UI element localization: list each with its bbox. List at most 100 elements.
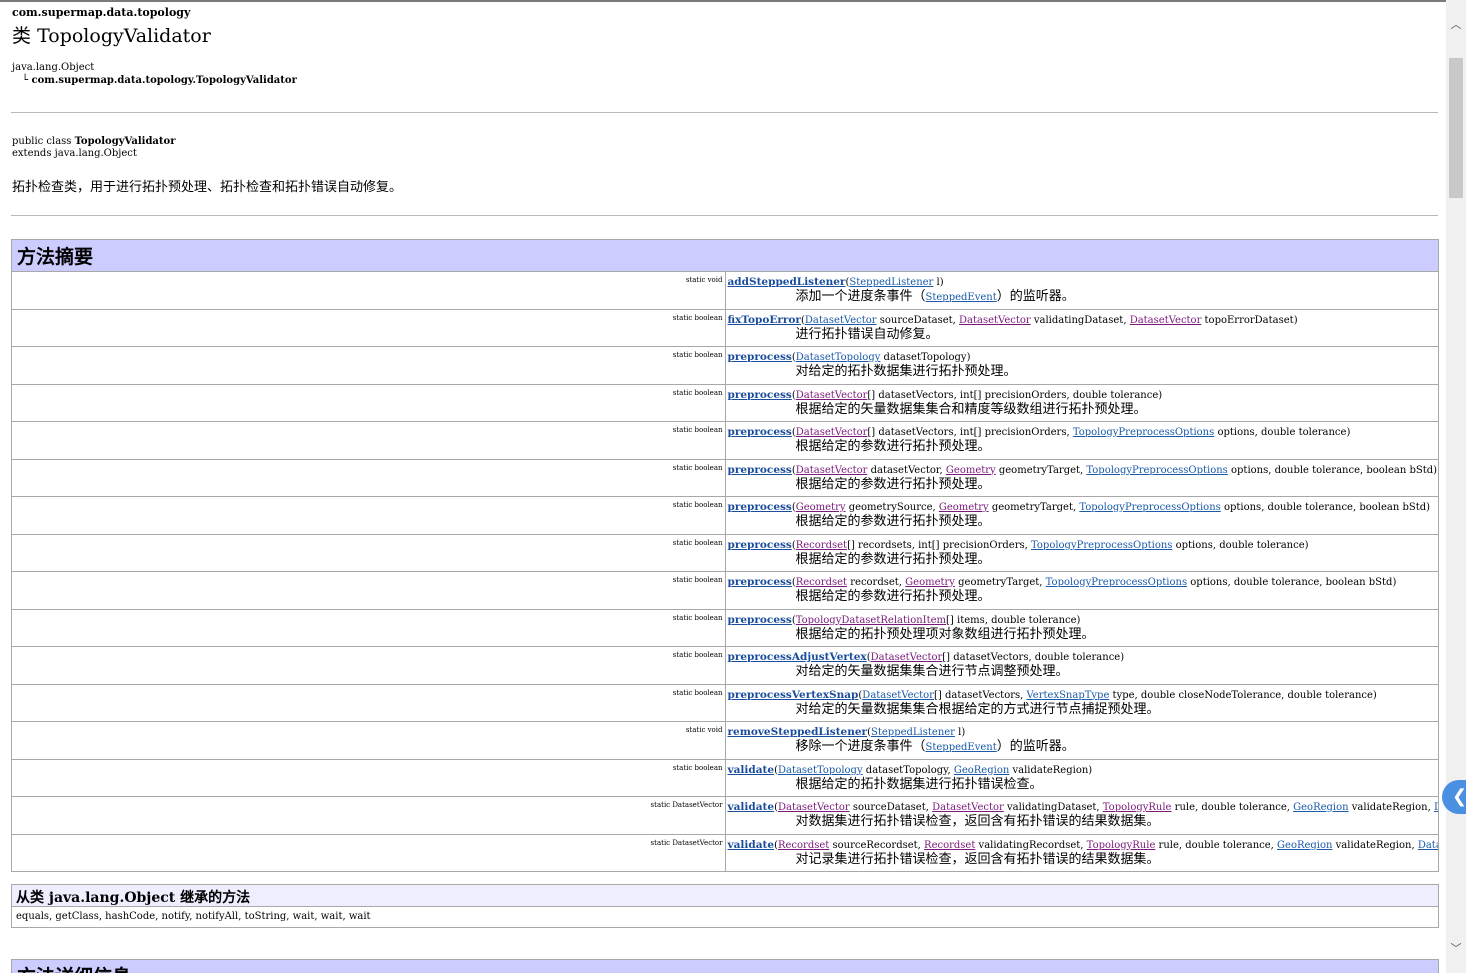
param-type-link[interactable]: DatasetVector — [796, 390, 868, 401]
method-name-link[interactable]: preprocessAdjustVertex — [728, 651, 867, 663]
method-modifier: static boolean — [11, 308, 726, 347]
param-text: options, double tolerance) — [1214, 427, 1351, 438]
param-type-link[interactable]: Datasource — [1434, 802, 1438, 813]
method-description: 进行拓扑错误自动修复。 — [796, 327, 1438, 342]
method-name-link[interactable]: preprocess — [728, 614, 792, 626]
param-text: sourceDataset, — [876, 314, 960, 326]
param-type-link[interactable]: Geometry — [905, 577, 955, 588]
scroll-down-icon[interactable]: ﹀ — [1446, 940, 1466, 956]
method-row: static boolean preprocess(TopologyDataset… — [11, 608, 1439, 647]
param-type-link[interactable]: TopologyDatasetRelationItem — [796, 615, 946, 626]
method-name-link[interactable]: validate — [728, 764, 775, 776]
param-type-link[interactable]: Geometry — [946, 465, 996, 476]
param-type-link[interactable]: DatasetTopology — [796, 352, 881, 363]
method-description: 对给定的矢量数据集集合根据给定的方式进行节点捕捉预处理。 — [796, 702, 1438, 717]
method-row: static boolean preprocess(DatasetVector[]… — [11, 383, 1439, 422]
event-type-link[interactable]: SteppedEvent — [926, 292, 997, 303]
method-row: static boolean preprocess(Recordset[] rec… — [11, 533, 1439, 572]
inherited-methods-box: 从类 java.lang.Object 继承的方法 equals, getCla… — [11, 884, 1439, 928]
param-text: [] items, double tolerance) — [946, 614, 1081, 626]
method-name-link[interactable]: preprocessVertexSnap — [728, 689, 859, 701]
method-name-link[interactable]: fixTopoError — [728, 314, 801, 326]
param-type-link[interactable]: Geometry — [796, 502, 846, 513]
param-type-link[interactable]: TopologyRule — [1087, 840, 1156, 851]
scrollbar-thumb[interactable] — [1449, 58, 1463, 198]
method-description: 对给定的矢量数据集集合进行节点调整预处理。 — [796, 664, 1438, 679]
param-type-link[interactable]: Geometry — [939, 502, 989, 513]
param-type-link[interactable]: SteppedListener — [871, 727, 955, 738]
method-name-link[interactable]: preprocess — [728, 539, 792, 551]
param-type-link[interactable]: Recordset — [778, 840, 829, 851]
vertical-scrollbar[interactable]: ︿ ﹀ — [1446, 0, 1466, 973]
method-name-link[interactable]: removeSteppedListener — [728, 726, 868, 738]
method-name-link[interactable]: preprocess — [728, 351, 792, 363]
param-type-link[interactable]: DatasetVector — [796, 427, 868, 438]
param-text: type, double closeNodeTolerance, double … — [1109, 689, 1377, 701]
param-type-link[interactable]: VertexSnapType — [1027, 690, 1110, 701]
param-type-link[interactable]: TopologyPreprocessOptions — [1086, 465, 1227, 476]
param-text: geometrySource, — [845, 502, 939, 513]
declaration-prefix: public class — [12, 136, 75, 147]
param-text: topoErrorDataset) — [1201, 314, 1298, 326]
description-text: 对数据集进行拓扑错误检查，返回含有拓扑错误的结果数据集。 — [795, 814, 1160, 829]
param-type-link[interactable]: DatasetVector — [1130, 315, 1202, 326]
description-text: 根据给定的参数进行拓扑预处理。 — [795, 514, 991, 529]
method-modifier: static boolean — [11, 608, 726, 647]
method-name-link[interactable]: preprocess — [728, 389, 792, 401]
param-text: validatingDataset, — [1003, 802, 1103, 813]
param-text: l) — [933, 277, 944, 288]
method-name-link[interactable]: preprocess — [728, 464, 792, 476]
param-type-link[interactable]: DatasetVector — [871, 652, 943, 663]
param-type-link[interactable]: DatasetVector — [932, 802, 1004, 813]
method-signature: validate(Recordset sourceRecordset, Reco… — [724, 833, 1439, 872]
scroll-up-icon[interactable]: ︿ — [1446, 16, 1466, 32]
param-type-link[interactable]: TopologyRule — [1103, 802, 1172, 813]
param-type-link[interactable]: DatasetVector — [796, 465, 868, 476]
param-type-link[interactable]: GeoRegion — [954, 765, 1009, 776]
param-type-link[interactable]: DatasetVector — [959, 315, 1031, 326]
method-row: static boolean validate(DatasetTopology d… — [11, 758, 1439, 797]
inherited-methods-list[interactable]: equals, getClass, hashCode, notify, noti… — [12, 907, 1438, 927]
param-text: datasetVector, — [867, 464, 946, 476]
description-text: 根据给定的参数进行拓扑预处理。 — [795, 439, 991, 454]
method-name-link[interactable]: preprocess — [728, 576, 792, 588]
param-type-link[interactable]: TopologyPreprocessOptions — [1046, 577, 1187, 588]
method-signature: preprocess(DatasetTopology datasetTopolo… — [724, 346, 1439, 385]
description-text: 根据给定的参数进行拓扑预处理。 — [795, 476, 991, 492]
method-modifier: static boolean — [11, 458, 726, 497]
param-type-link[interactable]: Datasource — [1418, 840, 1438, 851]
param-type-link[interactable]: Recordset — [796, 577, 847, 588]
param-type-link[interactable]: TopologyPreprocessOptions — [1079, 502, 1220, 513]
method-name-link[interactable]: validate — [728, 839, 775, 851]
param-type-link[interactable]: DatasetVector — [862, 690, 934, 701]
method-modifier: static boolean — [11, 496, 726, 535]
description-text: 根据给定的拓扑数据集进行拓扑错误检查。 — [795, 776, 1043, 792]
method-name-link[interactable]: preprocess — [728, 426, 792, 438]
param-type-link[interactable]: DatasetVector — [778, 802, 850, 813]
method-description: 移除一个进度条事件（SteppedEvent）的监听器。 — [796, 739, 1438, 755]
description-text: 添加一个进度条事件（ — [795, 289, 926, 304]
param-type-link[interactable]: TopologyPreprocessOptions — [1073, 427, 1214, 438]
param-type-link[interactable]: TopologyPreprocessOptions — [1031, 540, 1172, 551]
param-type-link[interactable]: DatasetVector — [805, 315, 877, 326]
param-type-link[interactable]: GeoRegion — [1277, 840, 1332, 851]
param-text: [] datasetVectors, int[] precisionOrders… — [867, 389, 1163, 401]
inherited-methods-heading: 从类 java.lang.Object 继承的方法 — [12, 885, 1438, 907]
description-text: 根据给定的拓扑预处理项对象数组进行拓扑预处理。 — [795, 626, 1095, 642]
event-type-link[interactable]: SteppedEvent — [926, 742, 997, 753]
method-name-link[interactable]: addSteppedListener — [728, 276, 846, 288]
param-type-link[interactable]: Recordset — [796, 540, 847, 551]
param-text: datasetTopology) — [880, 352, 971, 363]
method-modifier: static DatasetVector — [11, 796, 726, 835]
method-name-link[interactable]: preprocess — [728, 501, 792, 513]
param-type-link[interactable]: DatasetTopology — [778, 765, 863, 776]
method-modifier: static DatasetVector — [11, 833, 726, 872]
method-row: static boolean preprocessAdjustVertex(Dat… — [11, 646, 1439, 685]
method-name-link[interactable]: validate — [728, 801, 775, 813]
inheritance-child: └ com.supermap.data.topology.TopologyVal… — [22, 75, 297, 86]
method-row: static void addSteppedListener(SteppedLis… — [11, 271, 1439, 310]
param-text: [] recordsets, int[] precisionOrders, — [847, 539, 1031, 551]
param-type-link[interactable]: GeoRegion — [1293, 802, 1348, 813]
param-type-link[interactable]: Recordset — [924, 840, 975, 851]
param-type-link[interactable]: SteppedListener — [849, 277, 933, 288]
